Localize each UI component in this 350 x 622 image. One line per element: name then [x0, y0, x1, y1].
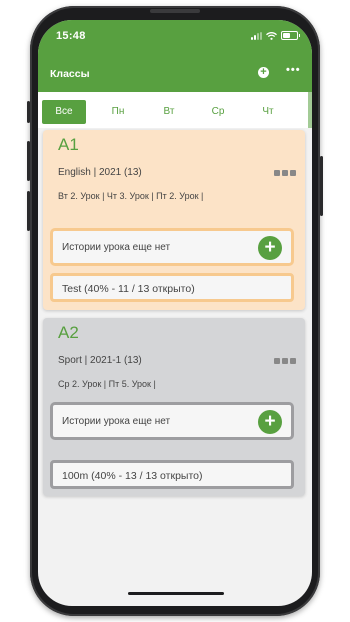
test-item[interactable]: 100m (40% - 13 / 13 открыто)	[50, 460, 294, 489]
class-schedule: Вт 2. Урок | Чт 3. Урок | Пт 2. Урок |	[58, 191, 204, 201]
tab-tuesday[interactable]: Вт	[147, 100, 191, 124]
class-name: A1	[58, 135, 79, 154]
more-options-icon[interactable]: •••	[286, 64, 301, 76]
home-indicator[interactable]	[128, 592, 224, 595]
speaker-grille	[150, 9, 200, 13]
tab-wednesday[interactable]: Ср	[196, 100, 240, 124]
page-title: Классы	[50, 68, 90, 80]
card-menu-icon[interactable]	[274, 170, 296, 176]
tab-monday[interactable]: Пн	[96, 100, 140, 124]
lesson-history-box[interactable]: Истории урока еще нет +	[50, 402, 294, 440]
app-screen: 15:48 Классы + ••• Все Пн Вт Ср Чт A1 En…	[38, 20, 312, 606]
lesson-history-text: Истории урока еще нет	[62, 242, 171, 253]
volume-down-button	[27, 191, 30, 231]
lesson-history-text: Истории урока еще нет	[62, 416, 171, 427]
add-lesson-button[interactable]: +	[258, 410, 282, 434]
status-icons	[251, 31, 300, 40]
mute-switch	[27, 101, 30, 123]
tab-thursday[interactable]: Чт	[246, 100, 290, 124]
signal-icon	[251, 31, 262, 40]
tab-all[interactable]: Все	[42, 100, 86, 124]
wifi-icon	[266, 31, 277, 40]
battery-icon	[281, 31, 300, 40]
power-button	[320, 156, 323, 216]
class-schedule: Ср 2. Урок | Пт 5. Урок |	[58, 379, 156, 389]
class-card-a2[interactable]: A2 Sport | 2021-1 (13) Ср 2. Урок | Пт 5…	[43, 318, 305, 496]
class-meta: English | 2021 (13)	[58, 167, 142, 178]
status-bar: 15:48	[38, 20, 312, 50]
test-item-label: Test (40% - 11 / 13 открыто)	[62, 283, 195, 295]
class-meta: Sport | 2021-1 (13)	[58, 355, 142, 366]
add-class-icon[interactable]: +	[258, 67, 269, 78]
test-item-label: 100m (40% - 13 / 13 открыто)	[62, 470, 203, 482]
status-time: 15:48	[56, 30, 86, 42]
class-name: A2	[58, 323, 79, 342]
add-lesson-button[interactable]: +	[258, 236, 282, 260]
card-menu-icon[interactable]	[274, 358, 296, 364]
app-header: 15:48 Классы + •••	[38, 20, 312, 92]
volume-up-button	[27, 141, 30, 181]
lesson-history-box[interactable]: Истории урока еще нет +	[50, 228, 294, 266]
phone-frame: 15:48 Классы + ••• Все Пн Вт Ср Чт A1 En…	[27, 6, 323, 616]
test-item[interactable]: Test (40% - 11 / 13 открыто)	[50, 273, 294, 302]
day-filter-tabs: Все Пн Вт Ср Чт	[38, 92, 312, 128]
tabs-scroll-indicator	[308, 92, 312, 128]
class-card-a1[interactable]: A1 English | 2021 (13) Вт 2. Урок | Чт 3…	[43, 130, 305, 310]
